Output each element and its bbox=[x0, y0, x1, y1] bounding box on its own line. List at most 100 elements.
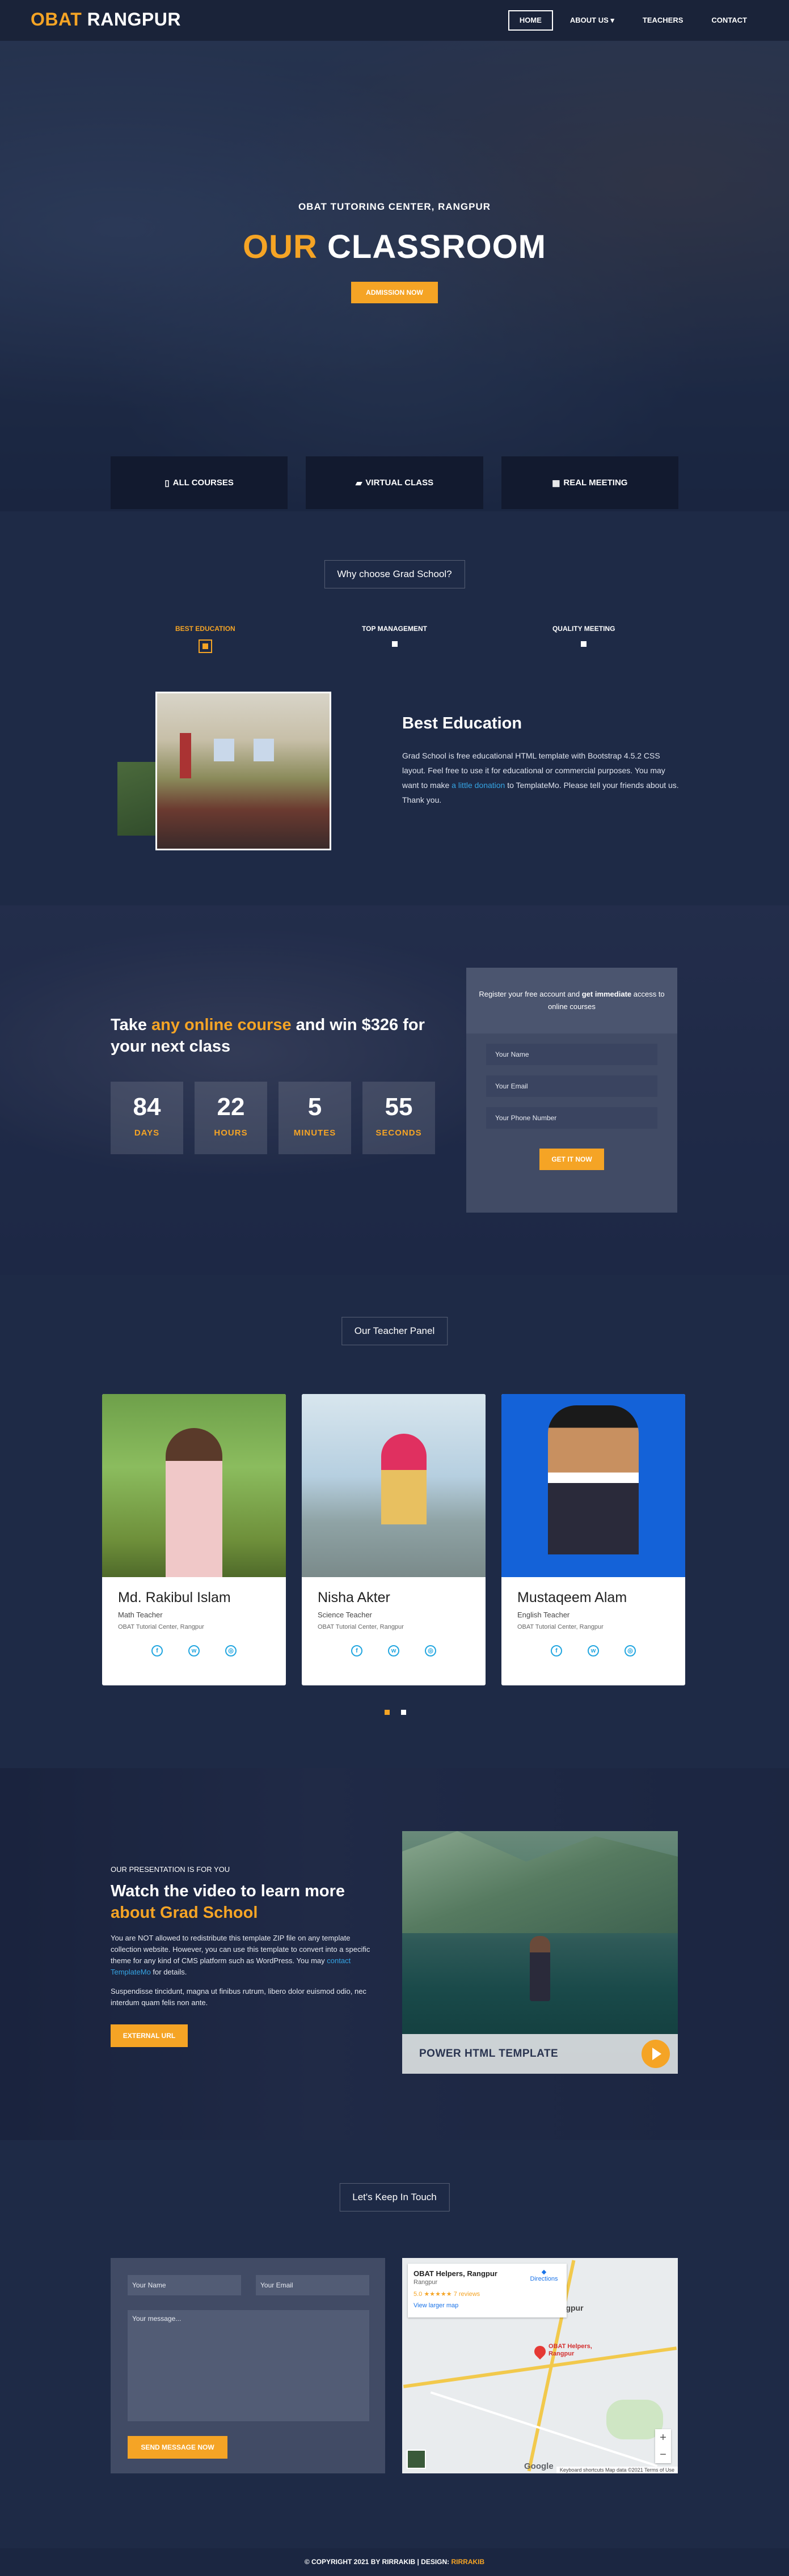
whatsapp-icon[interactable]: w bbox=[388, 1645, 399, 1656]
tab-best-education[interactable]: BEST EDUCATION bbox=[111, 625, 300, 654]
send-message-button[interactable]: SEND MESSAGE NOW bbox=[128, 2436, 227, 2459]
book-icon: ▯ bbox=[164, 478, 170, 488]
contact-email-input[interactable]: Your Email bbox=[256, 2275, 369, 2295]
facebook-icon[interactable]: f bbox=[351, 1645, 362, 1656]
map-pin-icon[interactable] bbox=[531, 2343, 548, 2360]
donation-link[interactable]: a little donation bbox=[452, 781, 505, 790]
countdown-title-a: Take bbox=[111, 1016, 152, 1034]
video-p1-b: for details. bbox=[150, 1968, 187, 1976]
nav-about[interactable]: ABOUT US ▾ bbox=[559, 10, 626, 31]
google-logo: Google bbox=[524, 2461, 554, 2471]
email-field[interactable]: Your Email bbox=[486, 1075, 657, 1097]
lecture-hall-image bbox=[155, 692, 331, 850]
nav-contact[interactable]: CONTACT bbox=[700, 10, 758, 31]
teacher-name: Mustaqeem Alam bbox=[517, 1590, 627, 1605]
whatsapp-icon[interactable]: w bbox=[588, 1645, 599, 1656]
top-navbar: OBAT RANGPUR HOME ABOUT US ▾ TEACHERS CO… bbox=[0, 0, 789, 41]
section-heading: Our Teacher Panel bbox=[341, 1317, 448, 1345]
phone-field[interactable]: Your Phone Number bbox=[486, 1107, 657, 1129]
feature-real-meeting[interactable]: ▦ REAL MEETING bbox=[501, 456, 678, 509]
facebook-icon[interactable]: f bbox=[551, 1645, 562, 1656]
brand-logo[interactable]: OBAT RANGPUR bbox=[31, 9, 181, 30]
why-choose-section: Why choose Grad School? BEST EDUCATION T… bbox=[0, 511, 789, 905]
nav-teachers[interactable]: TEACHERS bbox=[631, 10, 695, 31]
nav-home[interactable]: HOME bbox=[508, 10, 553, 31]
timer-value: 84 bbox=[133, 1093, 161, 1121]
map-satellite-toggle[interactable] bbox=[407, 2450, 426, 2469]
teacher-card-body: Mustaqeem Alam English Teacher OBAT Tuto… bbox=[501, 1577, 685, 1656]
countdown-timer: 84 DAYS 22 HOURS 5 MINUTES 55 SECONDS bbox=[111, 1082, 435, 1154]
teacher-photo bbox=[102, 1394, 286, 1577]
timer-days: 84 DAYS bbox=[111, 1082, 183, 1154]
feature-boxes: ▯ ALL COURSES ▰ VIRTUAL CLASS ▦ REAL MEE… bbox=[111, 456, 678, 509]
feature-virtual-class[interactable]: ▰ VIRTUAL CLASS bbox=[306, 456, 483, 509]
video-kicker: OUR PRESENTATION IS FOR YOU bbox=[111, 1865, 230, 1874]
feature-tabs: BEST EDUCATION TOP MANAGEMENT QUALITY ME… bbox=[111, 625, 678, 654]
brand-rest: RANGPUR bbox=[87, 9, 181, 29]
video-section: OUR PRESENTATION IS FOR YOU Watch the vi… bbox=[0, 1768, 789, 2140]
map-attribution[interactable]: Keyboard shortcuts Map data ©2021 Terms … bbox=[556, 2467, 678, 2473]
contact-name-input[interactable]: Your Name bbox=[128, 2275, 241, 2295]
countdown-title-accent: any online course bbox=[151, 1016, 292, 1034]
carousel-dot[interactable] bbox=[385, 1710, 390, 1715]
map-rating[interactable]: 5.0 ★★★★★ 7 reviews bbox=[414, 2290, 561, 2298]
timer-unit: HOURS bbox=[214, 1128, 248, 1138]
instagram-icon[interactable]: ◎ bbox=[625, 1645, 636, 1656]
hero-title-accent: OUR bbox=[242, 228, 318, 265]
google-map[interactable]: Rangpur OBAT Helpers, Rangpur OBAT Helpe… bbox=[402, 2258, 678, 2473]
education-title: Best Education bbox=[402, 714, 522, 732]
reg-head-a: Register your free account and bbox=[479, 990, 582, 998]
teacher-portrait bbox=[381, 1434, 427, 1524]
directions-link[interactable]: ◆ Directions bbox=[527, 2268, 561, 2282]
zoom-out-icon[interactable]: − bbox=[655, 2446, 671, 2463]
person-silhouette bbox=[530, 1936, 550, 2001]
teacher-panel-section: Our Teacher Panel Md. Rakibul Islam Math… bbox=[0, 1275, 789, 1768]
tab-label: BEST EDUCATION bbox=[175, 625, 235, 633]
timer-value: 55 bbox=[385, 1093, 413, 1121]
tab-top-management[interactable]: TOP MANAGEMENT bbox=[300, 625, 490, 654]
view-larger-map-link[interactable]: View larger map bbox=[414, 2302, 561, 2309]
get-it-now-button[interactable]: GET IT NOW bbox=[539, 1149, 604, 1170]
whatsapp-icon[interactable]: w bbox=[188, 1645, 200, 1656]
hero-subtitle: OBAT TUTORING CENTER, RANGPUR bbox=[298, 201, 491, 212]
tab-quality-meeting[interactable]: QUALITY MEETING bbox=[489, 625, 678, 654]
hero-title-rest: CLASSROOM bbox=[327, 228, 546, 265]
carousel-dot[interactable] bbox=[401, 1710, 406, 1715]
timer-value: 5 bbox=[307, 1093, 322, 1121]
timer-value: 22 bbox=[217, 1093, 245, 1121]
zoom-in-icon[interactable]: + bbox=[655, 2429, 671, 2446]
video-text: You are NOT allowed to redistribute this… bbox=[111, 1933, 374, 2016]
facebook-icon[interactable]: f bbox=[151, 1645, 163, 1656]
teacher-card: Md. Rakibul Islam Math Teacher OBAT Tuto… bbox=[102, 1394, 286, 1685]
main-menu: HOME ABOUT US ▾ TEACHERS CONTACT bbox=[508, 10, 758, 31]
instagram-icon[interactable]: ◎ bbox=[225, 1645, 237, 1656]
education-text: Grad School is free educational HTML tem… bbox=[402, 748, 680, 807]
footer: © COPYRIGHT 2021 BY RIRRAKIB | DESIGN: R… bbox=[0, 2548, 789, 2576]
tab-label: QUALITY MEETING bbox=[552, 625, 615, 633]
map-pin-label: OBAT Helpers, Rangpur bbox=[548, 2343, 592, 2357]
directions-icon: ◆ bbox=[541, 2269, 547, 2276]
play-icon[interactable] bbox=[642, 2040, 670, 2068]
video-thumbnail[interactable]: POWER HTML TEMPLATE bbox=[402, 1831, 678, 2074]
admission-button[interactable]: ADMISSION NOW bbox=[351, 282, 438, 303]
page: OBAT RANGPUR HOME ABOUT US ▾ TEACHERS CO… bbox=[0, 0, 789, 2576]
contact-message-input[interactable]: Your message... bbox=[128, 2310, 369, 2421]
teacher-photo bbox=[501, 1394, 685, 1577]
lecture-screen bbox=[254, 739, 274, 761]
map-park bbox=[606, 2400, 663, 2439]
graduation-cap-icon: ▰ bbox=[355, 478, 362, 488]
teacher-org: OBAT Tutorial Center, Rangpur bbox=[517, 1624, 604, 1630]
social-links: f w ◎ bbox=[318, 1645, 470, 1656]
countdown-section: Take any online course and win $326 for … bbox=[0, 905, 789, 1275]
map-zoom-control[interactable]: + − bbox=[655, 2429, 671, 2463]
video-title-a: Watch the video to learn more bbox=[111, 1882, 345, 1900]
external-url-button[interactable]: EXTERNAL URL bbox=[111, 2024, 188, 2047]
feature-all-courses[interactable]: ▯ ALL COURSES bbox=[111, 456, 288, 509]
name-field[interactable]: Your Name bbox=[486, 1044, 657, 1065]
social-links: f w ◎ bbox=[517, 1645, 669, 1656]
feature-label: ALL COURSES bbox=[172, 478, 234, 488]
instagram-icon[interactable]: ◎ bbox=[425, 1645, 436, 1656]
footer-designer-link[interactable]: RIRRAKIB bbox=[452, 2558, 485, 2566]
teacher-name: Md. Rakibul Islam bbox=[118, 1590, 231, 1605]
video-title-accent: about Grad School bbox=[111, 1904, 258, 1922]
